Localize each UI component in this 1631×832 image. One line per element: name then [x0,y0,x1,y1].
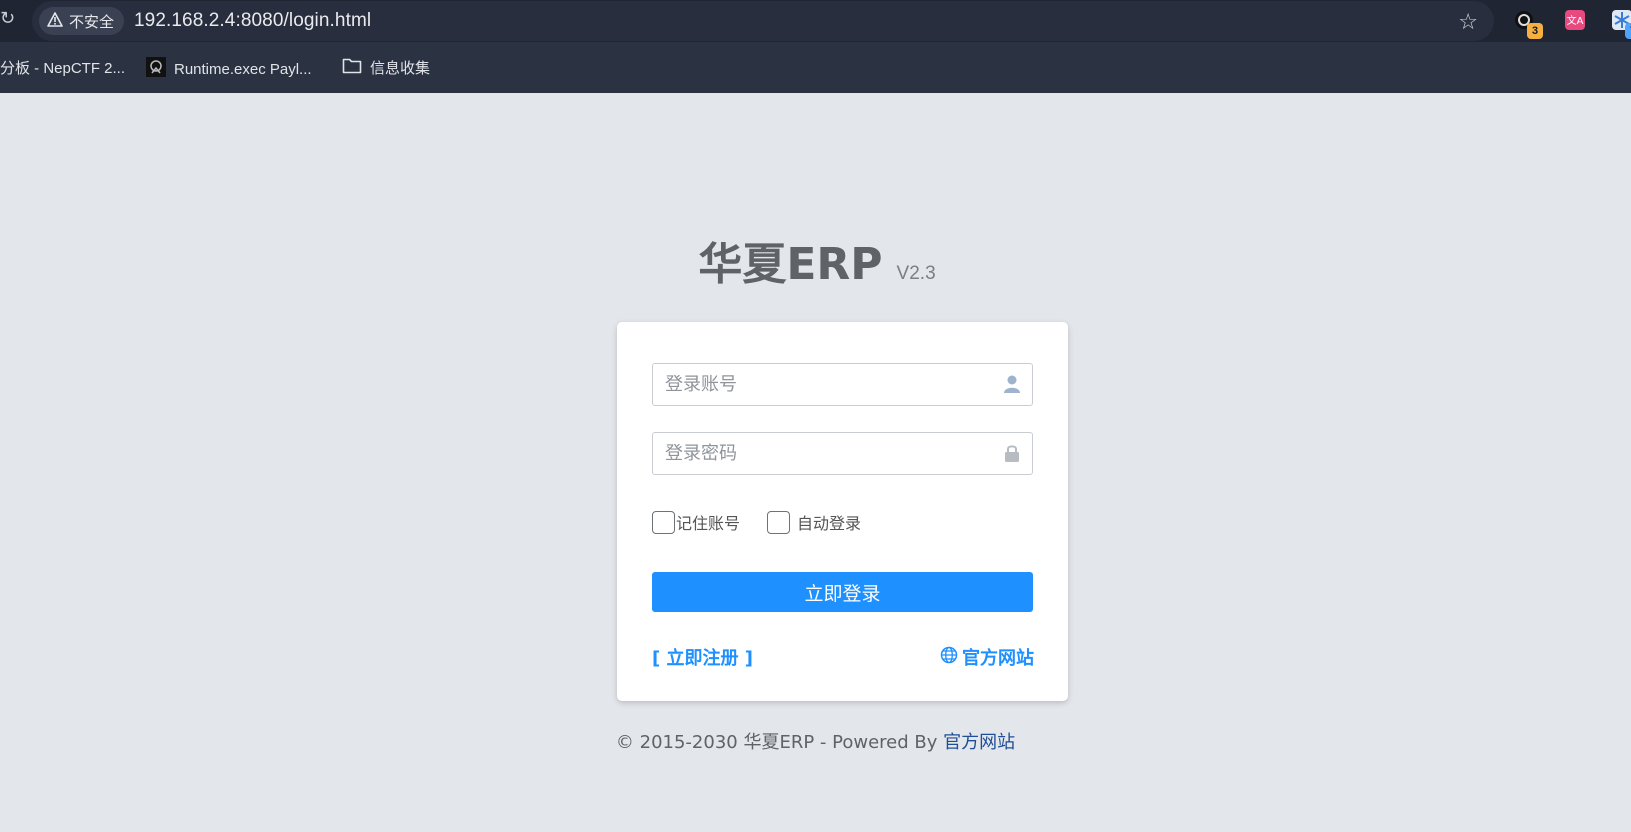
folder-icon [342,57,362,78]
footer: © 2015-2030 华夏ERP - Powered By 官方网站 [0,728,1631,754]
official-site-label: 官方网站 [962,648,1034,669]
user-icon [1002,374,1022,399]
bookmark-folder-info[interactable]: 信息收集 [342,57,430,78]
auto-login-checkbox[interactable]: 自动登录 [767,510,861,534]
login-card: 记住账号 自动登录 立即登录 [ 立即注册 ] 官方网站 [617,322,1068,701]
register-link[interactable]: [ 立即注册 ] [652,644,753,670]
copyright-text: © 2015-2030 华夏ERP - Powered By [615,732,944,753]
official-site-link[interactable]: 官方网站 [940,644,1034,670]
login-button[interactable]: 立即登录 [652,572,1033,612]
bookmark-label: 分板 - NepCTF 2... [0,60,126,77]
translate-extension-icon: 文A [1564,10,1586,35]
username-input[interactable] [653,364,1032,405]
remember-account-label: 记住账号 [676,514,741,533]
address-bar[interactable]: 不安全 192.168.2.4:8080/login.html ☆ [32,1,1494,41]
bookmarks-bar: 分板 - NepCTF 2... Runtime.exec Payl... 信息… [0,42,1631,93]
page-title: 华夏ERP [698,239,883,290]
login-options: 记住账号 自动登录 [652,510,861,534]
password-input[interactable] [653,433,1032,474]
extension-button-2[interactable]: 文A [1564,9,1586,31]
password-field [652,432,1033,475]
extension-badge: 3 [1527,23,1543,39]
security-label: 不安全 [69,13,115,31]
checkbox-box[interactable] [767,510,791,534]
auto-login-label: 自动登录 [797,514,862,533]
bookmark-label: Runtime.exec Payl... [174,60,312,78]
extension-badge: 7 [1625,23,1631,39]
lock-icon [1002,443,1022,468]
bookmark-nepctf[interactable]: 分板 - NepCTF 2... [0,57,125,78]
url-text[interactable]: 192.168.2.4:8080/login.html [134,10,371,32]
svg-text:文A: 文A [1567,14,1584,27]
reload-icon[interactable]: ↻ [0,8,15,29]
brand-header: 华夏ERP V2.3 [0,228,1631,292]
security-indicator[interactable]: 不安全 [39,7,125,35]
bookmark-label: 信息收集 [370,60,431,77]
bookmark-star-icon[interactable]: ☆ [1458,9,1478,35]
dark-site-favicon [146,57,166,81]
bookmark-runtime-exec[interactable]: Runtime.exec Payl... [146,57,312,81]
username-field [652,363,1033,406]
globe-icon [940,646,958,669]
warning-icon [47,11,63,31]
version-label: V2.3 [896,263,936,284]
remember-account-checkbox[interactable]: 记住账号 [652,510,740,534]
browser-toolbar: ↻ 不安全 192.168.2.4:8080/login.html ☆ 3 文A [0,0,1631,42]
checkbox-box[interactable] [652,510,675,534]
footer-official-site-link[interactable]: 官方网站 [943,732,1015,753]
extension-button-1[interactable]: 3 [1513,9,1543,39]
extension-button-3[interactable]: 7 [1611,9,1631,39]
